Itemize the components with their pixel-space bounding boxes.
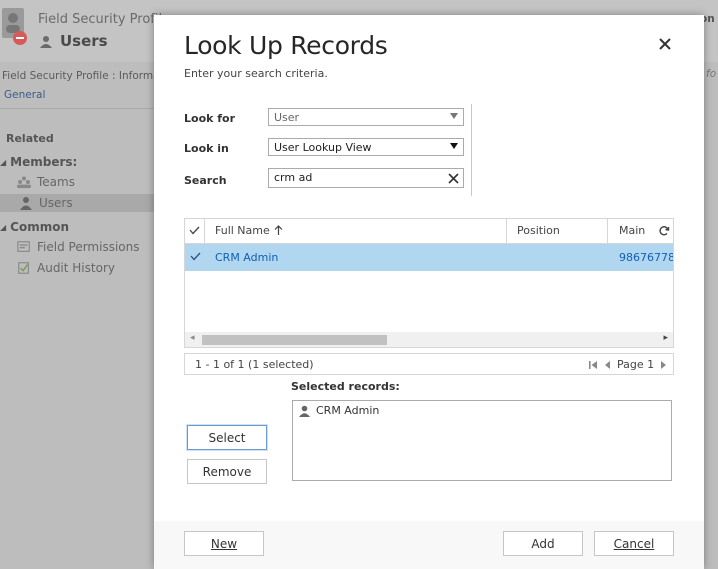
nav-item-label: Audit History bbox=[37, 261, 115, 275]
column-header-full-name[interactable]: Full Name bbox=[215, 224, 283, 237]
select-button[interactable]: Select bbox=[187, 425, 267, 450]
column-separator bbox=[204, 219, 205, 243]
column-header-label: Position bbox=[517, 224, 560, 237]
add-button-label: Add bbox=[531, 536, 555, 551]
entity-name: Field Security Profile bbox=[38, 12, 171, 27]
remove-button[interactable]: Remove bbox=[187, 459, 267, 484]
look-for-label: Look for bbox=[184, 112, 236, 125]
search-label: Search bbox=[184, 174, 227, 187]
nav-item-users[interactable]: Users bbox=[19, 196, 73, 210]
nav-group-common[interactable]: ◢ Common bbox=[0, 220, 69, 234]
column-separator bbox=[506, 219, 507, 243]
grid-header: Full Name Position Main bbox=[185, 219, 673, 244]
pager: Page 1 bbox=[589, 358, 667, 371]
teams-icon bbox=[17, 176, 31, 189]
row-main-phone[interactable]: 986767788 bbox=[619, 251, 673, 264]
divider bbox=[0, 108, 160, 109]
form-selector[interactable]: General bbox=[4, 89, 45, 101]
selected-record-name: CRM Admin bbox=[316, 404, 380, 417]
nav-item-audit-history[interactable]: Audit History bbox=[17, 261, 115, 275]
nav-group-label: Members: bbox=[10, 155, 78, 169]
record-name: Users bbox=[60, 32, 108, 50]
new-button[interactable]: New bbox=[184, 531, 264, 556]
look-in-value: User Lookup View bbox=[274, 141, 372, 154]
list-item[interactable]: CRM Admin bbox=[299, 404, 379, 417]
form-selector-label: General bbox=[4, 89, 46, 101]
field-permissions-icon bbox=[17, 241, 30, 252]
previous-page-icon[interactable] bbox=[604, 360, 611, 370]
column-header-position[interactable]: Position bbox=[517, 224, 560, 237]
add-button[interactable]: Add bbox=[503, 531, 583, 556]
next-page-icon[interactable] bbox=[660, 360, 667, 370]
search-input[interactable]: crm ad bbox=[268, 168, 464, 188]
sort-ascending-icon bbox=[274, 225, 283, 235]
look-in-select[interactable]: User Lookup View bbox=[268, 138, 464, 156]
first-page-icon[interactable] bbox=[589, 360, 598, 370]
row-full-name-link[interactable]: CRM Admin bbox=[215, 251, 278, 264]
column-header-label: Main bbox=[619, 224, 646, 237]
results-grid: Full Name Position Main CRM Admin 986767… bbox=[184, 218, 674, 348]
nav-item-field-permissions[interactable]: Field Permissions bbox=[17, 240, 140, 254]
grid-footer: 1 - 1 of 1 (1 selected) Page 1 bbox=[184, 353, 674, 375]
look-for-value: User bbox=[274, 111, 300, 124]
select-all-checkmark-icon[interactable] bbox=[189, 226, 200, 235]
selected-records-label: Selected records: bbox=[291, 380, 400, 393]
column-separator bbox=[607, 219, 608, 243]
chevron-down-icon bbox=[450, 143, 458, 149]
user-icon bbox=[20, 197, 32, 210]
field-security-profile-icon bbox=[2, 8, 27, 45]
nav-item-label: Teams bbox=[37, 175, 75, 189]
nav-group-label: Common bbox=[10, 220, 70, 234]
select-button-label: Select bbox=[208, 430, 246, 445]
nav-group-members[interactable]: ◢ Members: bbox=[0, 155, 77, 169]
row-checkmark-icon[interactable] bbox=[190, 252, 201, 261]
right-italic-text: fo bbox=[706, 68, 717, 80]
audit-history-icon bbox=[18, 262, 29, 274]
lookup-dialog: Look Up Records Enter your search criter… bbox=[154, 15, 704, 569]
scrollbar-thumb[interactable] bbox=[202, 335, 387, 345]
cancel-button[interactable]: Cancel bbox=[594, 531, 674, 556]
refresh-icon[interactable] bbox=[658, 225, 670, 237]
chevron-down-icon bbox=[450, 113, 458, 119]
search-value: crm ad bbox=[274, 171, 313, 184]
look-in-label: Look in bbox=[184, 142, 229, 155]
record-count-status: 1 - 1 of 1 (1 selected) bbox=[195, 358, 314, 371]
criteria-separator bbox=[471, 104, 472, 196]
remove-button-label: Remove bbox=[202, 464, 252, 479]
dialog-title: Look Up Records bbox=[184, 31, 388, 60]
scroll-right-icon[interactable]: ▸ bbox=[663, 333, 668, 343]
nav-item-label: Field Permissions bbox=[37, 240, 140, 254]
column-header-main[interactable]: Main bbox=[619, 224, 645, 237]
new-button-label: New bbox=[210, 536, 238, 551]
user-icon bbox=[299, 405, 310, 417]
expand-triangle-icon: ◢ bbox=[0, 222, 7, 232]
nav-item-teams[interactable]: Teams bbox=[17, 175, 75, 189]
look-for-select[interactable]: User bbox=[268, 108, 464, 126]
expand-triangle-icon: ◢ bbox=[0, 157, 7, 167]
cancel-button-label: Cancel bbox=[613, 536, 655, 551]
dialog-subtitle: Enter your search criteria. bbox=[184, 67, 328, 80]
table-row[interactable]: CRM Admin 986767788 bbox=[185, 244, 673, 271]
page-label: Page 1 bbox=[617, 358, 655, 371]
selected-records-list[interactable]: CRM Admin bbox=[292, 400, 672, 481]
horizontal-scrollbar[interactable]: ◂ ▸ bbox=[185, 332, 673, 347]
record-title: Users bbox=[40, 32, 108, 50]
scroll-left-icon[interactable]: ◂ bbox=[190, 333, 195, 343]
nav-item-label: Users bbox=[39, 196, 73, 210]
close-icon[interactable] bbox=[656, 35, 674, 53]
user-icon bbox=[40, 35, 52, 48]
related-label: Related bbox=[6, 132, 54, 145]
column-header-label: Full Name bbox=[215, 224, 270, 237]
clear-search-icon[interactable] bbox=[448, 173, 459, 184]
